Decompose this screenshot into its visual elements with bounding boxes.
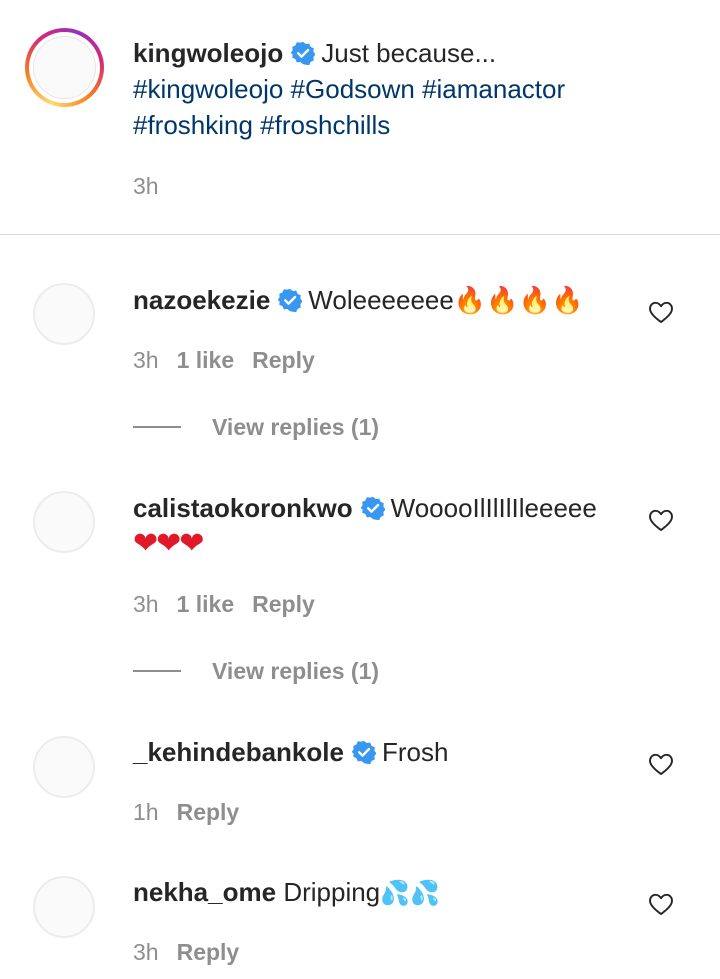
heart-outline-icon[interactable]: [648, 507, 674, 533]
view-replies-label: View replies (1): [212, 658, 380, 684]
reply-button[interactable]: Reply: [252, 591, 315, 617]
comment-text: Woleeeeeee: [308, 285, 454, 315]
comment-time: 3h: [133, 347, 159, 373]
view-replies-button[interactable]: View replies (1): [133, 656, 379, 686]
avatar-image: [33, 36, 96, 99]
verified-badge-icon: [291, 41, 315, 65]
comment-emoji: 🔥🔥🔥🔥: [453, 285, 584, 315]
avatar-ring-inner: [29, 32, 100, 103]
verified-badge-icon: [361, 496, 385, 520]
comment-body: nazoekezie Woleeeeeee🔥🔥🔥🔥: [133, 282, 583, 318]
comment-username[interactable]: nazoekezie: [133, 285, 270, 315]
divider: [0, 234, 720, 235]
comment-avatar[interactable]: [33, 736, 95, 798]
comment-meta: 3h 1 like Reply: [133, 589, 315, 619]
comment-time: 3h: [133, 939, 159, 965]
comment-avatar[interactable]: [33, 491, 95, 553]
comment-username[interactable]: _kehindebankole: [133, 737, 344, 767]
comment-meta: 3h 1 like Reply: [133, 345, 315, 375]
comment-emoji: 💦💦: [380, 880, 440, 907]
view-replies-line: [133, 425, 181, 428]
comment-text: Frosh: [381, 737, 449, 767]
caption-hashtags-line-2[interactable]: #froshking #froshchills: [133, 107, 390, 143]
comment-meta: 1h Reply: [133, 797, 239, 827]
comment-body: nekha_ome Dripping💦💦: [133, 874, 440, 912]
comment-time: 1h: [133, 799, 159, 825]
comment-username[interactable]: calistaokoronkwo: [133, 493, 353, 523]
caption-avatar[interactable]: [25, 28, 104, 107]
heart-outline-icon[interactable]: [648, 751, 674, 777]
caption-line-1: kingwoleojo Just because...: [133, 35, 496, 71]
view-replies-button[interactable]: View replies (1): [133, 412, 379, 442]
verified-badge-icon: [352, 740, 376, 764]
comment-body: _kehindebankole Frosh: [133, 734, 448, 770]
caption-time: 3h: [133, 173, 159, 199]
caption-hashtags-line-1[interactable]: #kingwoleojo #Godsown #iamanactor: [133, 71, 565, 107]
comment-avatar[interactable]: [33, 283, 95, 345]
comment-meta: 3h Reply: [133, 937, 239, 967]
comment-text: WooooIlIlIlIleeeee: [390, 493, 597, 523]
comment-time: 3h: [133, 591, 159, 617]
reply-button[interactable]: Reply: [252, 347, 315, 373]
verified-badge-icon: [278, 288, 302, 312]
caption-username[interactable]: kingwoleojo: [133, 38, 283, 68]
comment-emoji: ❤❤❤: [133, 527, 204, 560]
caption-text: Just because...: [321, 38, 497, 68]
heart-outline-icon[interactable]: [648, 891, 674, 917]
comment-likes[interactable]: 1 like: [177, 347, 235, 373]
comment-text: Dripping: [283, 877, 381, 907]
reply-button[interactable]: Reply: [177, 939, 240, 965]
comment-username[interactable]: nekha_ome: [133, 877, 276, 907]
reply-button[interactable]: Reply: [177, 799, 240, 825]
comment-avatar[interactable]: [33, 876, 95, 938]
heart-outline-icon[interactable]: [648, 299, 674, 325]
view-replies-label: View replies (1): [212, 414, 380, 440]
view-replies-line: [133, 669, 181, 672]
caption-meta: 3h: [133, 171, 159, 201]
comment-body: calistaokoronkwo WooooIlIlIlIleeeee: [133, 490, 597, 526]
comment-likes[interactable]: 1 like: [177, 591, 235, 617]
